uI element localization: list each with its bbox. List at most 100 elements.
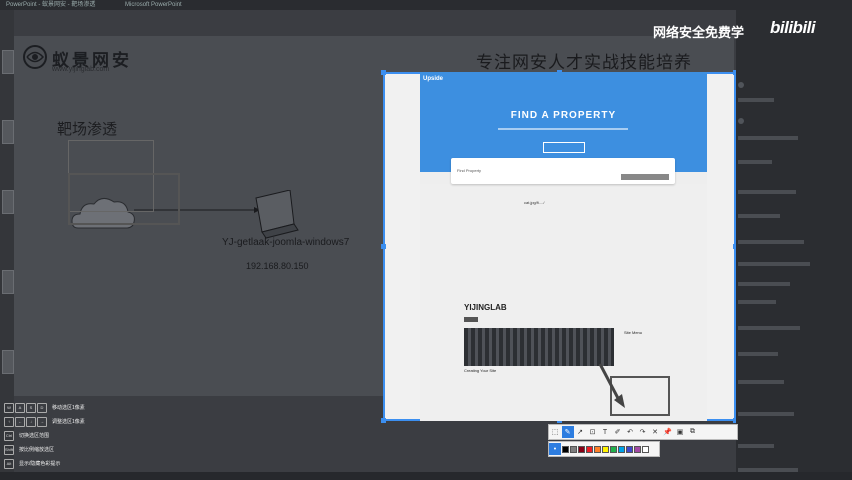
copy-icon[interactable]: ⧉ bbox=[687, 426, 699, 438]
app-title: Microsoft PowerPoint bbox=[125, 2, 182, 8]
chat-message bbox=[738, 380, 784, 384]
image-path-label: cat.jpg/fi..../ bbox=[524, 200, 545, 205]
save-icon[interactable]: ▣ bbox=[674, 426, 686, 438]
chat-message bbox=[738, 282, 790, 286]
website-screenshot: Upside FIND A PROPERTY Find Property cat… bbox=[420, 72, 707, 421]
avatar-icon bbox=[738, 82, 744, 88]
marker-icon[interactable]: ✐ bbox=[612, 426, 624, 438]
slide-thumbnail[interactable] bbox=[2, 50, 14, 74]
chat-message bbox=[738, 262, 810, 266]
post-title: Creating Your Site bbox=[464, 368, 497, 373]
search-button bbox=[621, 174, 669, 180]
chat-message bbox=[738, 240, 804, 244]
color-swatch[interactable] bbox=[577, 445, 585, 453]
screenshot-toolbar: ⬚ ✎ ↗ ⊡ T ✐ ↶ ↷ ✕ 📌 ▣ ⧉ bbox=[548, 424, 738, 440]
key-cap: ↑ bbox=[4, 416, 14, 427]
chat-panel[interactable] bbox=[736, 10, 852, 480]
arrow-icon[interactable]: ↗ bbox=[574, 426, 586, 438]
hero-subtitle-line bbox=[498, 128, 628, 130]
color-swatch[interactable] bbox=[609, 445, 617, 453]
slide-thumbnail[interactable] bbox=[2, 270, 14, 294]
shortcut-hint-text: 移动选区1像素 bbox=[52, 405, 85, 411]
key-cap: A bbox=[15, 402, 25, 413]
chat-message bbox=[738, 98, 774, 102]
key-cap: S bbox=[26, 402, 36, 413]
brand-logo-icon bbox=[23, 45, 47, 69]
key-cap: Shift bbox=[4, 444, 14, 455]
chat-message bbox=[738, 326, 800, 330]
bilibili-logo: bilibili bbox=[770, 18, 816, 37]
text-icon[interactable]: T bbox=[599, 426, 611, 438]
color-swatch[interactable] bbox=[641, 445, 649, 453]
shortcut-hint-text: 显示/隐藏色彩提示 bbox=[19, 461, 61, 467]
find-property-label: Find Property bbox=[457, 168, 482, 173]
key-cap: W bbox=[4, 402, 14, 413]
shortcut-hint: Alt 显示/隐藏色彩提示 bbox=[4, 458, 60, 470]
slide-title: 靶场渗透 bbox=[57, 121, 118, 138]
avatar-icon bbox=[738, 118, 744, 124]
chat-message bbox=[738, 444, 774, 448]
color-swatch[interactable] bbox=[601, 445, 609, 453]
color-swatch[interactable] bbox=[617, 445, 625, 453]
color-swatch[interactable] bbox=[625, 445, 633, 453]
crop-icon[interactable]: ⊡ bbox=[587, 426, 599, 438]
section-title: YIJINGLAB bbox=[464, 303, 507, 312]
host-name-label: YJ-getlaak-joomla-windows7 bbox=[222, 237, 350, 248]
color-swatch[interactable] bbox=[585, 445, 593, 453]
pen-icon[interactable]: ✎ bbox=[561, 426, 574, 438]
key-cap: ← bbox=[15, 416, 25, 427]
chat-message bbox=[738, 214, 780, 218]
key-cap: → bbox=[37, 416, 47, 427]
computer-icon bbox=[255, 190, 299, 239]
color-swatch[interactable] bbox=[593, 445, 601, 453]
resize-handle[interactable] bbox=[381, 70, 386, 75]
site-brand: Upside bbox=[423, 76, 444, 82]
annotation-rectangle[interactable] bbox=[68, 173, 180, 225]
slide-thumbnail[interactable] bbox=[2, 350, 14, 374]
post-image bbox=[464, 328, 614, 366]
shortcut-hint: Ctrl 切换选区范围 bbox=[4, 430, 49, 442]
key-cap: ↓ bbox=[26, 416, 36, 427]
select-icon[interactable]: ⬚ bbox=[549, 426, 561, 438]
shortcut-hint-text: 按比例缩放选区 bbox=[19, 447, 55, 453]
slide-thumbnail[interactable] bbox=[2, 120, 14, 144]
pin-icon[interactable]: 📌 bbox=[662, 426, 674, 438]
chat-message bbox=[738, 352, 778, 356]
window-title: PowerPoint - 蚁景网安 - 靶场渗透 bbox=[6, 2, 96, 8]
color-palette: • bbox=[548, 441, 660, 457]
shortcut-hint-text: 调整选区1像素 bbox=[52, 419, 85, 425]
close-icon[interactable]: ✕ bbox=[649, 426, 661, 438]
redo-icon[interactable]: ↷ bbox=[637, 426, 649, 438]
chat-message bbox=[738, 300, 776, 304]
resize-handle[interactable] bbox=[381, 244, 386, 249]
slogan: 专注网安人才实战技能培养 bbox=[476, 53, 692, 72]
hero-title: FIND A PROPERTY bbox=[510, 110, 617, 121]
chat-message bbox=[738, 160, 772, 164]
slide-thumbnail[interactable] bbox=[2, 190, 14, 214]
shortcut-hint-text: 切换选区范围 bbox=[19, 433, 50, 439]
window-title-bar: PowerPoint - 蚁景网安 - 靶场渗透 Microsoft Power… bbox=[0, 0, 852, 10]
sidebar-title: Site Menu bbox=[624, 330, 643, 335]
host-ip-label: 192.168.80.150 bbox=[246, 261, 309, 271]
color-swatch[interactable] bbox=[633, 445, 641, 453]
stroke-size-icon[interactable]: • bbox=[549, 443, 561, 455]
resize-handle[interactable] bbox=[381, 418, 386, 423]
post-tag bbox=[464, 317, 478, 322]
color-swatch[interactable] bbox=[569, 445, 577, 453]
search-card: Find Property bbox=[451, 158, 675, 184]
chat-message bbox=[738, 136, 798, 140]
annotation-arrow-icon[interactable] bbox=[598, 362, 628, 412]
color-swatch[interactable] bbox=[561, 445, 569, 453]
shortcut-hint: ↑ ← ↓ → 调整选区1像素 bbox=[4, 416, 85, 428]
chat-message bbox=[738, 190, 796, 194]
chat-message bbox=[738, 412, 794, 416]
shortcut-hint: W A S D 移动选区1像素 bbox=[4, 402, 85, 414]
hero-banner: Upside FIND A PROPERTY bbox=[420, 72, 707, 172]
key-cap: D bbox=[37, 402, 47, 413]
watermark-text: 网络安全免费学 bbox=[653, 25, 745, 40]
shortcut-hints: W A S D 移动选区1像素 ↑ ← ↓ → 调整选区1像素 Ctrl 切换选区范围 Shift 按比例… bbox=[4, 398, 140, 474]
undo-icon[interactable]: ↶ bbox=[624, 426, 636, 438]
brand-url: www.yijinglab.com bbox=[52, 66, 110, 73]
shortcut-hint: Shift 按比例缩放选区 bbox=[4, 444, 54, 456]
key-cap: Alt bbox=[4, 458, 14, 469]
